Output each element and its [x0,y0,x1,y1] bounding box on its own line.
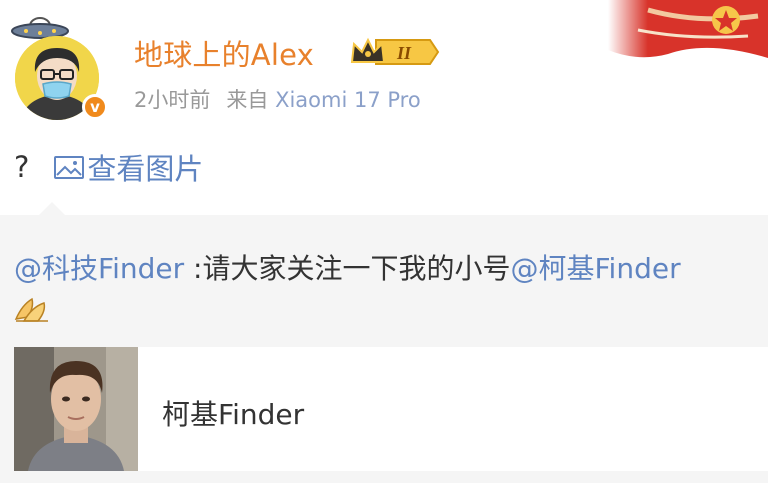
crown-level-badge-icon[interactable]: II [348,34,440,70]
mention-link[interactable]: @柯基Finder [510,252,680,285]
avatar-area[interactable]: v [10,12,110,122]
view-image-link[interactable]: 查看图片 [53,146,203,188]
link-card[interactable]: 柯基Finder [14,347,768,471]
device-link[interactable]: Xiaomi 17 Pro [275,88,421,112]
image-icon [54,156,85,179]
pray-hands-emoji-icon [14,297,48,322]
repost-author-link[interactable]: @科技Finder [14,252,184,285]
username[interactable]: 地球上的Alex [134,32,314,74]
post-time: 2小时前 [134,88,211,112]
repost-separator: : [184,252,203,285]
view-image-label: 查看图片 [87,152,204,186]
weibo-post: v 地球上的Alex II 2小时前 来自 Xiaomi 17 Pro ? 查看… [0,0,768,215]
card-thumbnail[interactable] [14,347,138,471]
repost-text: @科技Finder :请大家关注一下我的小号@柯基Finder [14,247,681,287]
post-meta: 2小时前 来自 Xiaomi 17 Pro [134,84,421,114]
flag-banner-decoration [608,0,768,64]
reposted-content[interactable]: @科技Finder :请大家关注一下我的小号@柯基Finder 柯基Finder [0,202,768,483]
repost-body: 请大家关注一下我的小号 [202,252,511,285]
verified-badge-icon: v [82,94,108,120]
repost-caret [38,202,66,216]
source-prefix: 来自 [226,88,269,112]
post-body: ? 查看图片 [14,146,203,188]
card-title: 柯基Finder [162,398,305,431]
post-text: ? [14,150,30,184]
level-text: II [396,43,412,63]
